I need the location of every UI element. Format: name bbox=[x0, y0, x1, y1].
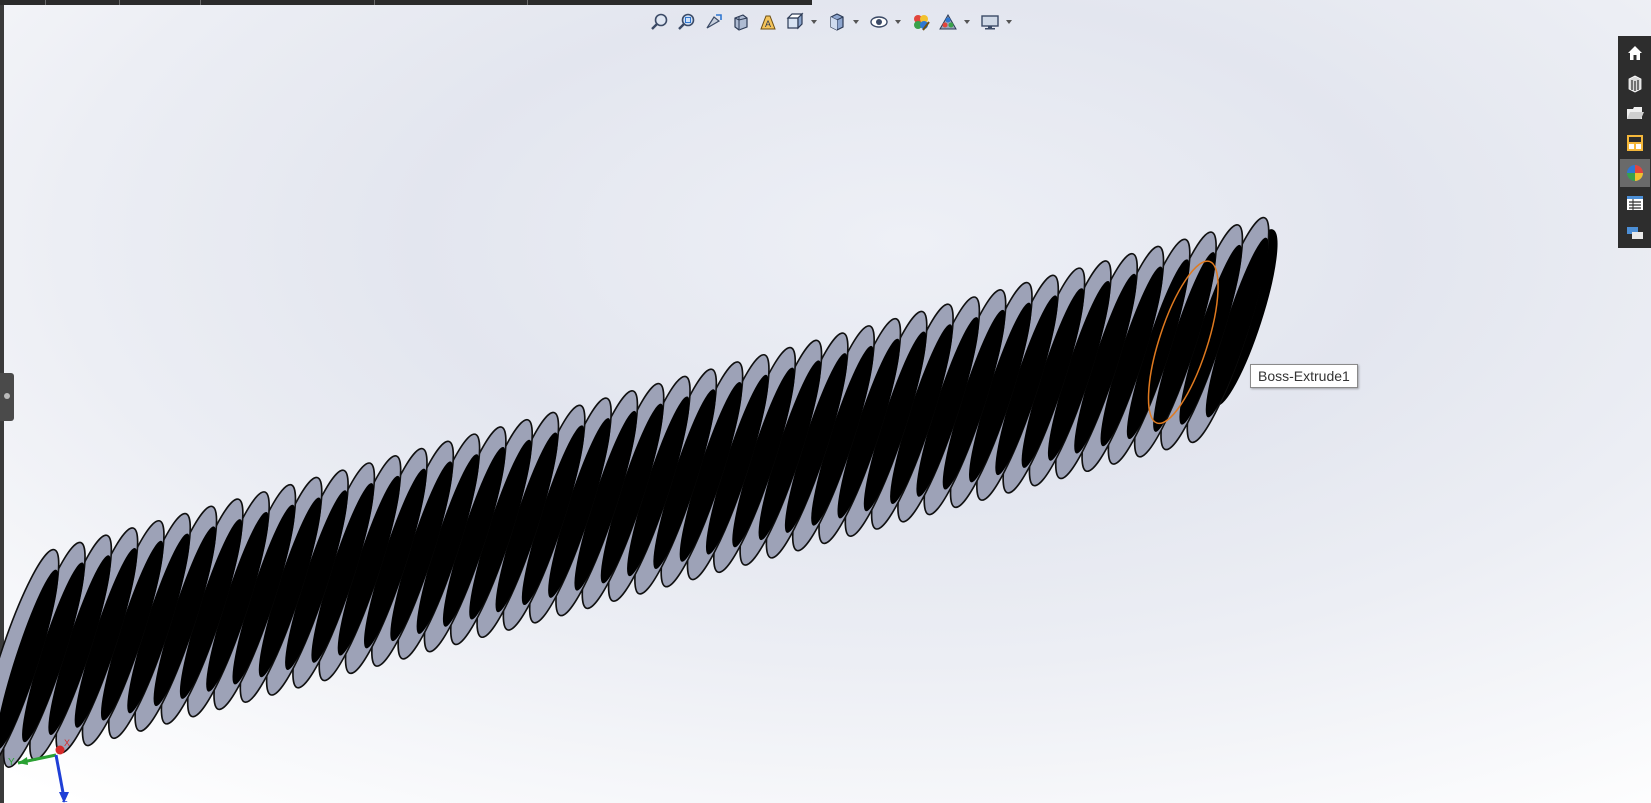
dynamic-annotation-icon[interactable]: A bbox=[756, 10, 780, 34]
view-palette-icon[interactable] bbox=[1620, 129, 1650, 157]
forum-icon[interactable] bbox=[1620, 219, 1650, 247]
heads-up-view-toolbar: A bbox=[648, 10, 1017, 34]
svg-text:A: A bbox=[765, 19, 771, 29]
triad-y-label: Y bbox=[8, 757, 15, 768]
graphics-area[interactable] bbox=[0, 0, 1651, 803]
triad-x-label: X bbox=[64, 738, 70, 748]
view-settings-dropdown-icon[interactable] bbox=[1005, 10, 1013, 34]
feature-manager-collapse-handle[interactable] bbox=[0, 373, 14, 421]
appearances-scenes-icon[interactable] bbox=[1619, 159, 1650, 187]
feature-tooltip: Boss-Extrude1 bbox=[1250, 364, 1358, 388]
solidworks-resources-icon[interactable] bbox=[1620, 39, 1650, 67]
view-orientation-dropdown-icon[interactable] bbox=[810, 10, 818, 34]
zoom-to-fit-icon[interactable] bbox=[648, 10, 672, 34]
display-style-icon[interactable] bbox=[825, 10, 849, 34]
file-explorer-icon[interactable] bbox=[1620, 99, 1650, 127]
apply-scene-icon[interactable] bbox=[936, 10, 960, 34]
threaded-rod-model[interactable] bbox=[0, 212, 1289, 780]
view-orientation-icon[interactable] bbox=[783, 10, 807, 34]
view-settings-icon[interactable] bbox=[978, 10, 1002, 34]
previous-view-icon[interactable] bbox=[702, 10, 726, 34]
edit-appearance-icon[interactable] bbox=[909, 10, 933, 34]
z-axis-line bbox=[54, 754, 66, 799]
reference-triad: Y Z X bbox=[8, 738, 70, 803]
apply-scene-dropdown-icon[interactable] bbox=[963, 10, 971, 34]
section-view-icon[interactable] bbox=[729, 10, 753, 34]
hide-show-items-icon[interactable] bbox=[867, 10, 891, 34]
triad-z-label: Z bbox=[62, 794, 68, 803]
handle-dot-icon bbox=[4, 393, 10, 399]
zoom-to-area-icon[interactable] bbox=[675, 10, 699, 34]
hide-show-dropdown-icon[interactable] bbox=[894, 10, 902, 34]
design-library-icon[interactable] bbox=[1620, 69, 1650, 97]
task-pane bbox=[1618, 36, 1651, 248]
custom-properties-icon[interactable] bbox=[1620, 189, 1650, 217]
display-style-dropdown-icon[interactable] bbox=[852, 10, 860, 34]
